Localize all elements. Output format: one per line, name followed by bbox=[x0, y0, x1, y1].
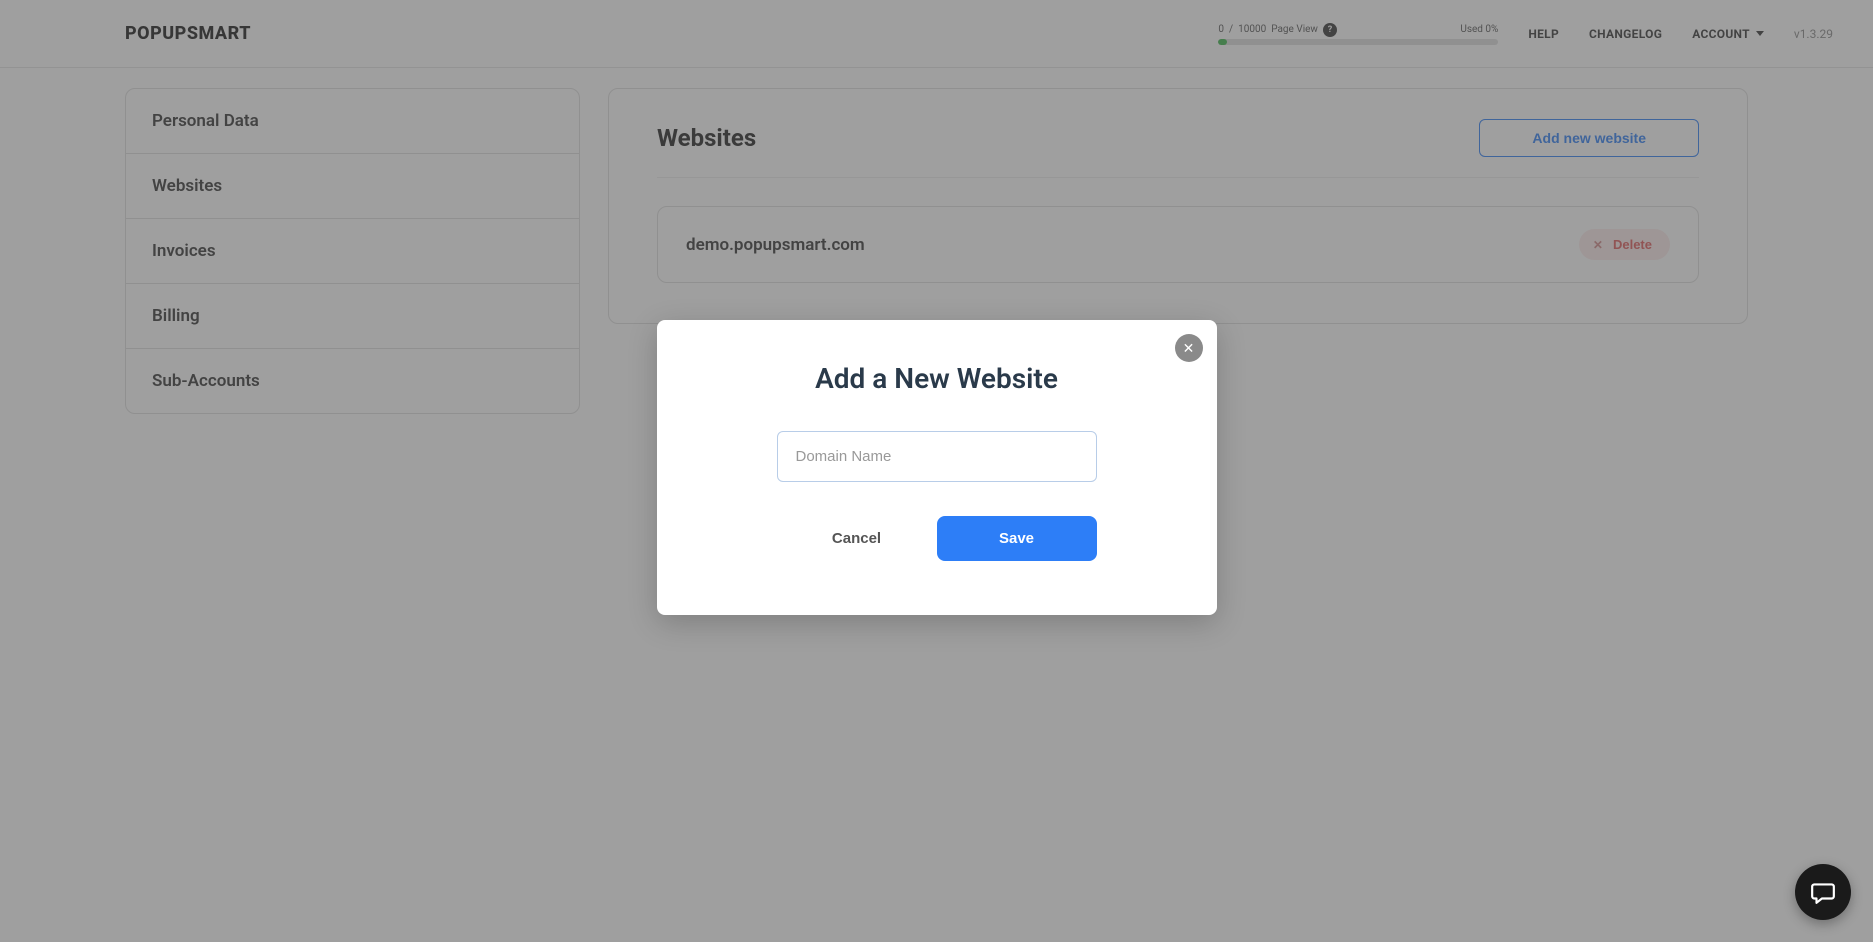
chat-widget-button[interactable] bbox=[1795, 864, 1851, 920]
add-website-modal: ✕ Add a New Website Cancel Save bbox=[657, 320, 1217, 615]
chat-icon bbox=[1810, 879, 1836, 905]
modal-overlay[interactable]: ✕ Add a New Website Cancel Save bbox=[0, 0, 1873, 942]
close-icon: ✕ bbox=[1183, 340, 1195, 357]
modal-title: Add a New Website bbox=[697, 362, 1177, 395]
cancel-button[interactable]: Cancel bbox=[777, 516, 937, 561]
save-button[interactable]: Save bbox=[937, 516, 1097, 561]
domain-name-input[interactable] bbox=[777, 431, 1097, 482]
modal-actions: Cancel Save bbox=[777, 516, 1097, 561]
modal-close-button[interactable]: ✕ bbox=[1175, 334, 1203, 362]
